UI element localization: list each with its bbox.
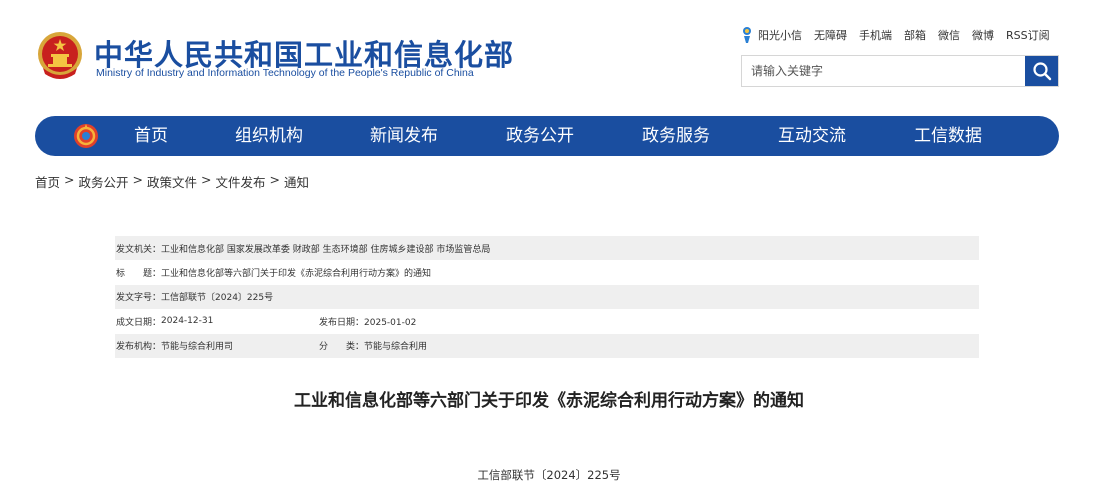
docno-label: 发文字号： xyxy=(116,293,162,304)
nav-item-home[interactable]: 首页 xyxy=(134,116,168,156)
nav-item-interaction[interactable]: 互动交流 xyxy=(778,116,846,156)
breadcrumb-item-policy[interactable]: 政策文件 xyxy=(147,172,197,191)
document-info-table: 发文机关： 工业和信息化部 国家发展改革委 财政部 生态环境部 住房城乡建设部 … xyxy=(115,236,979,358)
nav-item-services[interactable]: 政务服务 xyxy=(642,116,710,156)
nav-item-data[interactable]: 工信数据 xyxy=(914,116,982,156)
breadcrumb-item-government-affairs[interactable]: 政务公开 xyxy=(79,172,129,191)
site-header: 中华人民共和国工业和信息化部 Ministry of Industry and … xyxy=(0,0,1098,110)
article-title: 工业和信息化部等六部门关于印发《赤泥综合利用行动方案》的通知 xyxy=(294,391,804,411)
sunshine-link-label: 阳光小信 xyxy=(758,29,802,42)
sunshine-icon xyxy=(743,27,751,43)
org-label: 发布机构： xyxy=(116,342,162,353)
miit-logo-icon xyxy=(74,124,98,148)
wechat-link[interactable]: 微信 xyxy=(938,27,960,43)
sunshine-link[interactable]: 阳光小信 xyxy=(740,26,802,44)
search-button[interactable] xyxy=(1025,56,1058,86)
site-subtitle: Ministry of Industry and Information Tec… xyxy=(96,67,474,79)
search-input[interactable] xyxy=(742,56,1026,86)
breadcrumb-item-home[interactable]: 首页 xyxy=(35,172,60,191)
breadcrumb-separator: > xyxy=(64,172,75,187)
mailbox-link[interactable]: 部箱 xyxy=(904,27,926,43)
accessibility-link[interactable]: 无障碍 xyxy=(814,27,847,43)
info-row-dates: 成文日期： 2024-12-31 发布日期：2025-01-02 xyxy=(115,309,979,333)
docno-value: 工信部联节〔2024〕225号 xyxy=(161,293,274,304)
search-icon xyxy=(1032,62,1051,81)
issuer-value: 工业和信息化部 国家发展改革委 财政部 生态环境部 住房城乡建设部 市场监管总局 xyxy=(161,244,491,255)
rss-link[interactable]: RSS订阅 xyxy=(1006,27,1050,43)
info-row-issuer: 发文机关： 工业和信息化部 国家发展改革委 财政部 生态环境部 住房城乡建设部 … xyxy=(115,236,979,261)
title-label: 标 题： xyxy=(116,269,162,280)
created-label: 成文日期： xyxy=(116,317,162,328)
info-row-org: 发布机构： 节能与综合利用司 分 类：节能与综合利用 xyxy=(115,333,979,358)
top-links: 阳光小信 无障碍 手机端 部箱 微信 微博 RSS订阅 xyxy=(740,26,1050,44)
published-label: 发布日期： xyxy=(319,317,365,328)
breadcrumb: 首页 > 政务公开 > 政策文件 > 文件发布 > 通知 xyxy=(35,172,309,191)
nav-item-news[interactable]: 新闻发布 xyxy=(370,116,438,156)
breadcrumb-separator: > xyxy=(132,172,143,187)
category-label: 分 类： xyxy=(319,342,365,353)
category-cell: 分 类：节能与综合利用 xyxy=(319,339,427,352)
main-nav: 首页 组织机构 新闻发布 政务公开 政务服务 互动交流 工信数据 xyxy=(35,116,1059,156)
info-row-title: 标 题： 工业和信息化部等六部门关于印发《赤泥综合利用行动方案》的通知 xyxy=(115,260,979,284)
breadcrumb-item-publications[interactable]: 文件发布 xyxy=(216,172,266,191)
breadcrumb-item-notice[interactable]: 通知 xyxy=(284,172,309,191)
nav-item-organization[interactable]: 组织机构 xyxy=(235,116,303,156)
info-row-docno: 发文字号： 工信部联节〔2024〕225号 xyxy=(115,284,979,310)
title-value: 工业和信息化部等六部门关于印发《赤泥综合利用行动方案》的通知 xyxy=(161,269,432,280)
search-box xyxy=(741,55,1059,87)
created-value: 2024-12-31 xyxy=(161,316,214,327)
mobile-link[interactable]: 手机端 xyxy=(859,27,892,43)
article-doc-number: 工信部联节〔2024〕225号 xyxy=(477,468,621,482)
published-value: 2025-01-02 xyxy=(364,317,417,328)
breadcrumb-separator: > xyxy=(201,172,212,187)
nav-item-government-affairs[interactable]: 政务公开 xyxy=(506,116,574,156)
weibo-link[interactable]: 微博 xyxy=(972,27,994,43)
breadcrumb-separator: > xyxy=(269,172,280,187)
national-emblem-icon[interactable] xyxy=(35,30,85,82)
published-cell: 发布日期：2025-01-02 xyxy=(319,315,416,328)
issuer-label: 发文机关： xyxy=(116,244,162,255)
category-value: 节能与综合利用 xyxy=(364,342,428,353)
org-value: 节能与综合利用司 xyxy=(161,342,234,353)
